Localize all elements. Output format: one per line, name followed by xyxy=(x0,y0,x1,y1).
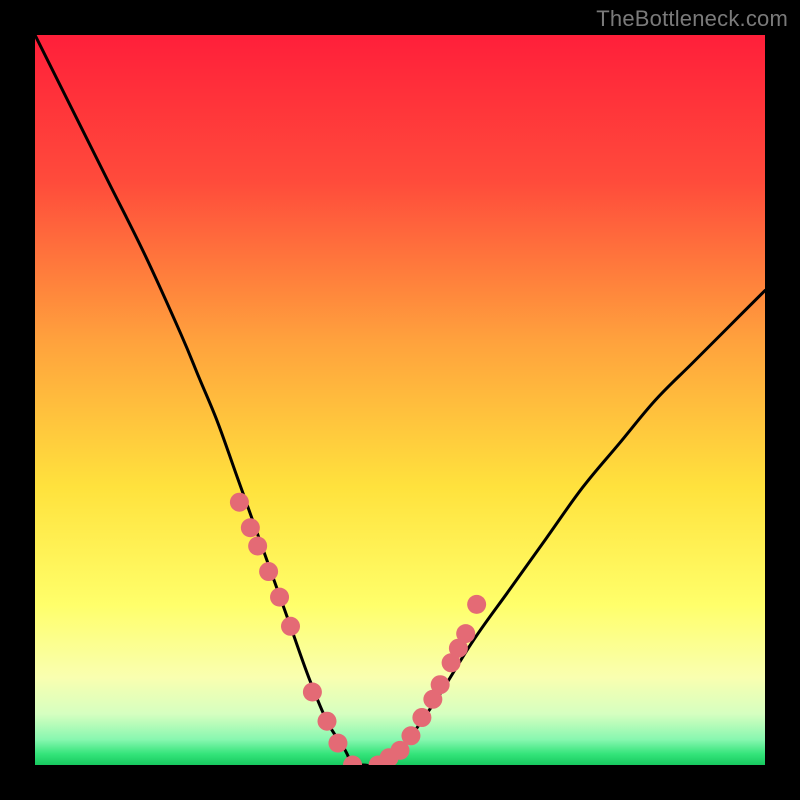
watermark-text: TheBottleneck.com xyxy=(596,6,788,32)
marker-dot xyxy=(328,734,347,753)
marker-dot xyxy=(281,617,300,636)
marker-dot xyxy=(431,675,450,694)
marker-dot xyxy=(343,756,362,775)
marker-dot xyxy=(259,562,278,581)
marker-dot xyxy=(467,595,486,614)
chart-frame: TheBottleneck.com xyxy=(0,0,800,800)
marker-dot xyxy=(230,493,249,512)
marker-dot xyxy=(241,518,260,537)
marker-dot xyxy=(303,683,322,702)
marker-dot xyxy=(248,537,267,556)
bottleneck-chart xyxy=(0,0,800,800)
marker-dot xyxy=(456,624,475,643)
marker-dot xyxy=(318,712,337,731)
marker-dot xyxy=(270,588,289,607)
marker-dot xyxy=(412,708,431,727)
marker-dot xyxy=(401,726,420,745)
